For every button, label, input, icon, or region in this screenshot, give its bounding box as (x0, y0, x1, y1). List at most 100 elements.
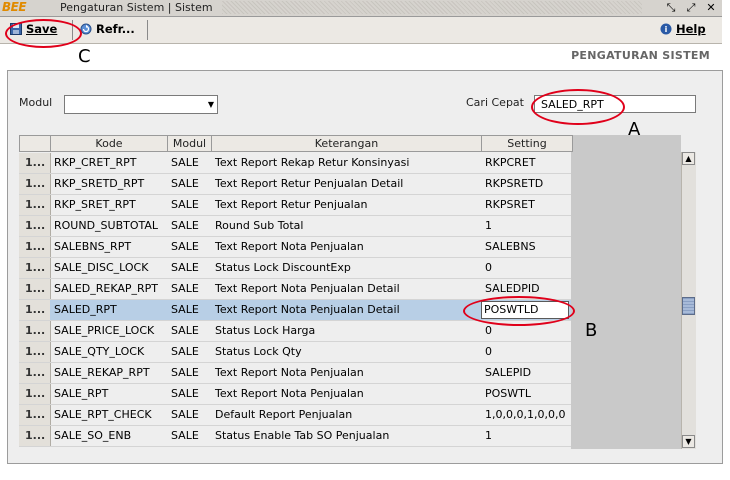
header-kode[interactable]: Kode (50, 135, 168, 152)
table-row[interactable]: 1... SALE_SO_ENB SALE Status Enable Tab SO … (19, 426, 571, 447)
table-row[interactable]: 1... SALE_REKAP_RPT SALE Text Report Nota P… (19, 363, 571, 384)
modul-cell: SALE (167, 216, 211, 237)
table-row[interactable]: 1... SALE_PRICE_LOCK SALE Status Lock Harga… (19, 321, 571, 342)
row-number[interactable]: 1... (19, 321, 51, 342)
annotation-label-b: B (585, 320, 598, 341)
setting-cell: 0 (481, 342, 571, 363)
table-row[interactable]: 1... SALE_DISC_LOCK SALE Status Lock Discou… (19, 258, 571, 279)
toolbar-separator (147, 20, 148, 40)
scroll-up-icon[interactable]: ▲ (682, 152, 695, 165)
table-row[interactable]: 1... SALE_RPT_CHECK SALE Default Report Pen… (19, 405, 571, 426)
setting-cell: RKPSRETD (481, 174, 571, 195)
kode-cell: SALE_SO_ENB (50, 426, 167, 447)
kode-cell: ROUND_SUBTOTAL (50, 216, 167, 237)
modul-cell: SALE (167, 195, 211, 216)
vertical-scrollbar[interactable]: ▲ ▼ (681, 152, 696, 449)
modul-cell: SALE (167, 174, 211, 195)
modul-cell: SALE (167, 321, 211, 342)
row-number[interactable]: 1... (19, 237, 51, 258)
keterangan-cell: Round Sub Total (211, 216, 481, 237)
keterangan-cell: Text Report Rekap Retur Konsinyasi (211, 153, 481, 174)
kode-cell: RKP_SRETD_RPT (50, 174, 167, 195)
kode-cell: SALEBNS_RPT (50, 237, 167, 258)
row-number[interactable]: 1... (19, 342, 51, 363)
row-number[interactable]: 1... (19, 279, 51, 300)
scroll-thumb[interactable] (682, 297, 695, 315)
modul-cell: SALE (167, 300, 211, 321)
setting-cell: 1 (481, 216, 571, 237)
scroll-down-icon[interactable]: ▼ (682, 435, 695, 448)
row-number[interactable]: 1... (19, 405, 51, 426)
table-row[interactable]: 1... SALE_RPT SALE Text Report Nota Penjual… (19, 384, 571, 405)
title-bar: BEE Pengaturan Sistem | Sistem ⤡ ⤢ ✕ (0, 0, 722, 17)
setting-cell: SALEBNS (481, 237, 571, 258)
table-row[interactable]: 1... ROUND_SUBTOTAL SALE Round Sub Total 1 (19, 216, 571, 237)
annotation-label-c: C (78, 46, 91, 67)
maximize-icon[interactable]: ⤢ (684, 1, 698, 14)
kode-cell: RKP_SRET_RPT (50, 195, 167, 216)
keterangan-cell: Status Lock DiscountExp (211, 258, 481, 279)
row-number[interactable]: 1... (19, 384, 51, 405)
keterangan-cell: Text Report Nota Penjualan (211, 384, 481, 405)
title-bar-hatch (222, 1, 642, 14)
setting-cell: SALEPID (481, 363, 571, 384)
keterangan-cell: Status Lock Qty (211, 342, 481, 363)
row-number[interactable]: 1... (19, 195, 51, 216)
table-row[interactable]: 1... SALE_QTY_LOCK SALE Status Lock Qty 0 (19, 342, 571, 363)
header-setting[interactable]: Setting (481, 135, 573, 152)
modul-cell: SALE (167, 342, 211, 363)
kode-cell: SALED_RPT (50, 300, 167, 321)
modul-cell: SALE (167, 426, 211, 447)
setting-cell: 0 (481, 258, 571, 279)
setting-cell: RKPSRET (481, 195, 571, 216)
help-label: Help (676, 22, 706, 36)
keterangan-cell: Default Report Penjualan (211, 405, 481, 426)
table-row[interactable]: 1... RKP_SRETD_RPT SALE Text Report Retur P… (19, 174, 571, 195)
modul-cell: SALE (167, 153, 211, 174)
row-number[interactable]: 1... (19, 174, 51, 195)
header-corner (19, 135, 51, 152)
kode-cell: SALE_RPT (50, 384, 167, 405)
keterangan-cell: Text Report Nota Penjualan (211, 237, 481, 258)
annotation-ring-a (531, 89, 625, 125)
grid-empty-area (571, 135, 681, 449)
row-number[interactable]: 1... (19, 363, 51, 384)
row-number[interactable]: 1... (19, 153, 51, 174)
row-number[interactable]: 1... (19, 426, 51, 447)
help-button[interactable]: i Help (660, 20, 706, 38)
keterangan-cell: Status Lock Harga (211, 321, 481, 342)
modul-cell: SALE (167, 405, 211, 426)
setting-cell: RKPCRET (481, 153, 571, 174)
section-title: PENGATURAN SISTEM (571, 49, 710, 62)
kode-cell: SALE_DISC_LOCK (50, 258, 167, 279)
table-row[interactable]: 1... SALED_REKAP_RPT SALE Text Report Nota … (19, 279, 571, 300)
annotation-ring-c (5, 19, 82, 48)
close-icon[interactable]: ✕ (704, 1, 718, 14)
annotation-label-a: A (628, 119, 641, 140)
kode-cell: SALED_REKAP_RPT (50, 279, 167, 300)
row-number[interactable]: 1... (19, 216, 51, 237)
modul-label: Modul (19, 96, 53, 109)
header-modul[interactable]: Modul (167, 135, 212, 152)
toolbar: Save Refr... i Help (0, 17, 722, 44)
table-row[interactable]: 1... SALEBNS_RPT SALE Text Report Nota Penj… (19, 237, 571, 258)
setting-cell: 1,0,0,0,1,0,0,0 (481, 405, 571, 426)
table-row[interactable]: 1... RKP_CRET_RPT SALE Text Report Rekap Re… (19, 153, 571, 174)
row-number[interactable]: 1... (19, 300, 51, 321)
kode-cell: SALE_QTY_LOCK (50, 342, 167, 363)
modul-select[interactable]: ▼ (64, 95, 218, 114)
search-label: Cari Cepat (466, 96, 524, 109)
header-keterangan[interactable]: Keterangan (211, 135, 482, 152)
refresh-button[interactable]: Refr... (80, 20, 135, 38)
row-number[interactable]: 1... (19, 258, 51, 279)
modul-cell: SALE (167, 258, 211, 279)
keterangan-cell: Text Report Nota Penjualan (211, 363, 481, 384)
kode-cell: RKP_CRET_RPT (50, 153, 167, 174)
window-title: Pengaturan Sistem | Sistem (60, 1, 213, 14)
table-row[interactable]: 1... RKP_SRET_RPT SALE Text Report Retur Pe… (19, 195, 571, 216)
bee-logo: BEE (2, 0, 27, 14)
modul-cell: SALE (167, 363, 211, 384)
setting-cell: 1 (481, 426, 571, 447)
restore-icon[interactable]: ⤡ (664, 1, 678, 14)
chevron-down-icon: ▼ (207, 100, 214, 109)
